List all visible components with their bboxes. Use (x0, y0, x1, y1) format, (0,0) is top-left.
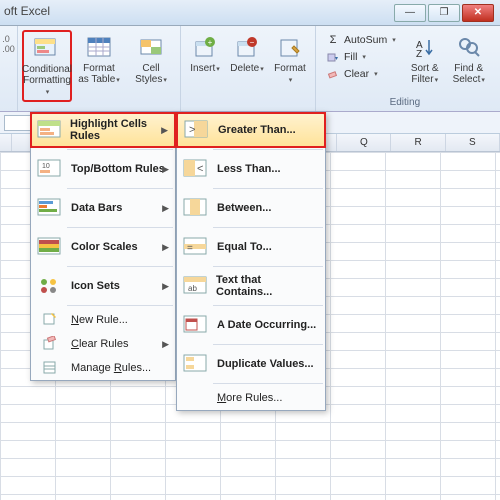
submenu-arrow-icon: ▶ (162, 164, 169, 175)
format-icon (275, 33, 305, 63)
text-contains-icon: ab (181, 273, 210, 299)
clear-rules-icon (35, 335, 65, 353)
cell-styles-icon (136, 33, 166, 63)
conditional-formatting-menu: Highlight Cells Rules ▶ 10 Top/Bottom Ru… (30, 112, 176, 381)
data-bars-icon (35, 195, 65, 221)
find-select-label: Find & Select▾ (451, 63, 487, 86)
fill-button[interactable]: Fill▾ (324, 49, 398, 65)
menu-item-icon-sets[interactable]: Icon Sets ▶ (31, 269, 175, 303)
menu-item-more-rules[interactable]: More Rules... (177, 386, 325, 410)
menu-item-less-than[interactable]: < Less Than... (177, 152, 325, 186)
window-title: oft Excel (4, 4, 50, 18)
fill-icon (326, 50, 340, 64)
color-scales-icon (35, 234, 65, 260)
format-label: Format▾ (272, 63, 308, 86)
menu-item-color-scales[interactable]: Color Scales ▶ (31, 230, 175, 264)
menu-item-greater-than[interactable]: > Greater Than... (177, 113, 325, 147)
decimal-icon: .0.00 (2, 28, 15, 54)
svg-text:−: − (250, 38, 255, 47)
submenu-arrow-icon: ▶ (162, 242, 169, 253)
insert-label: Insert▾ (190, 63, 220, 75)
submenu-arrow-icon: ▶ (162, 281, 169, 292)
icon-sets-icon (35, 273, 65, 299)
conditional-formatting-button[interactable]: Conditional Formatting▾ (22, 30, 72, 102)
conditional-formatting-icon (32, 34, 62, 64)
column-header[interactable]: S (446, 134, 500, 151)
menu-item-top-bottom-rules[interactable]: 10 Top/Bottom Rules ▶ (31, 152, 175, 186)
ribbon: .0.00 Conditional Formatting▾ Format as … (0, 26, 500, 112)
conditional-formatting-label: Conditional Formatting▾ (22, 64, 72, 98)
cell-styles-button[interactable]: Cell Styles▾ (126, 30, 176, 89)
svg-text:>: > (189, 124, 195, 136)
window-titlebar: oft Excel — ❐ ✕ (0, 0, 500, 26)
insert-icon: + (190, 33, 220, 63)
svg-text:ab: ab (188, 284, 197, 293)
highlight-cells-icon (36, 117, 64, 143)
minimize-icon: — (405, 7, 415, 18)
menu-item-text-contains[interactable]: ab Text that Contains... (177, 269, 325, 303)
sort-filter-button[interactable]: AZ Sort & Filter▾ (404, 30, 446, 89)
menu-item-manage-rules[interactable]: Manage Rules... (31, 356, 175, 380)
eraser-icon (326, 67, 340, 81)
editing-group-label: Editing (390, 96, 421, 109)
submenu-arrow-icon: ▶ (161, 125, 168, 136)
autosum-button[interactable]: ΣAutoSum▾ (324, 32, 398, 48)
window-restore-button[interactable]: ❐ (428, 4, 460, 22)
window-close-button[interactable]: ✕ (462, 4, 494, 22)
menu-item-date-occurring[interactable]: A Date Occurring... (177, 308, 325, 342)
column-header[interactable]: Q (337, 134, 391, 151)
sigma-icon: Σ (326, 33, 340, 47)
menu-item-highlight-cells-rules[interactable]: Highlight Cells Rules ▶ (31, 113, 175, 147)
menu-item-clear-rules[interactable]: Clear Rules ▶ (31, 332, 175, 356)
top-bottom-icon: 10 (35, 156, 65, 182)
format-button[interactable]: Format▾ (269, 30, 311, 89)
equal-to-icon: = (181, 234, 211, 260)
menu-item-between[interactable]: Between... (177, 191, 325, 225)
submenu-arrow-icon: ▶ (162, 203, 169, 214)
svg-text:=: = (187, 243, 193, 254)
restore-icon: ❐ (440, 7, 449, 18)
format-as-table-icon (84, 33, 114, 63)
svg-text:10: 10 (42, 163, 50, 170)
format-as-table-button[interactable]: Format as Table▾ (74, 30, 124, 89)
select-all-corner[interactable] (0, 134, 12, 151)
ribbon-group-styles: Conditional Formatting▾ Format as Table▾… (18, 26, 181, 111)
new-rule-icon (35, 311, 65, 329)
sort-filter-icon: AZ (410, 33, 440, 63)
menu-item-data-bars[interactable]: Data Bars ▶ (31, 191, 175, 225)
find-select-icon (454, 33, 484, 63)
format-as-table-label: Format as Table▾ (77, 63, 121, 86)
ribbon-group-editing: ΣAutoSum▾ Fill▾ Clear▾ AZ Sort & Filter▾… (316, 26, 494, 111)
submenu-arrow-icon: ▶ (162, 339, 169, 350)
less-than-icon: < (181, 156, 211, 182)
window-minimize-button[interactable]: — (394, 4, 426, 22)
delete-icon: − (232, 33, 262, 63)
menu-item-new-rule[interactable]: New Rule... (31, 308, 175, 332)
clear-button[interactable]: Clear▾ (324, 66, 398, 82)
ribbon-group-edge: .0.00 (0, 26, 18, 111)
menu-item-equal-to[interactable]: = Equal To... (177, 230, 325, 264)
close-icon: ✕ (474, 7, 482, 18)
insert-button[interactable]: + Insert▾ (185, 30, 225, 78)
delete-label: Delete▾ (230, 63, 263, 75)
svg-text:+: + (208, 38, 213, 47)
svg-text:Z: Z (416, 49, 422, 60)
manage-rules-icon (35, 359, 65, 377)
cell-styles-label: Cell Styles▾ (129, 63, 173, 86)
find-select-button[interactable]: Find & Select▾ (448, 30, 490, 89)
column-header[interactable]: R (391, 134, 445, 151)
ribbon-group-cells: + Insert▾ − Delete▾ Format▾ (181, 26, 316, 111)
greater-than-icon: > (182, 117, 212, 143)
duplicate-values-icon (181, 351, 211, 377)
delete-button[interactable]: − Delete▾ (227, 30, 267, 78)
svg-text:<: < (197, 163, 203, 175)
sort-filter-label: Sort & Filter▾ (407, 63, 443, 86)
between-icon (181, 195, 211, 221)
editing-small-stack: ΣAutoSum▾ Fill▾ Clear▾ (320, 30, 402, 84)
date-occurring-icon (181, 312, 211, 338)
menu-item-duplicate-values[interactable]: Duplicate Values... (177, 347, 325, 381)
highlight-cells-rules-submenu: > Greater Than... < Less Than... Between… (176, 112, 326, 411)
